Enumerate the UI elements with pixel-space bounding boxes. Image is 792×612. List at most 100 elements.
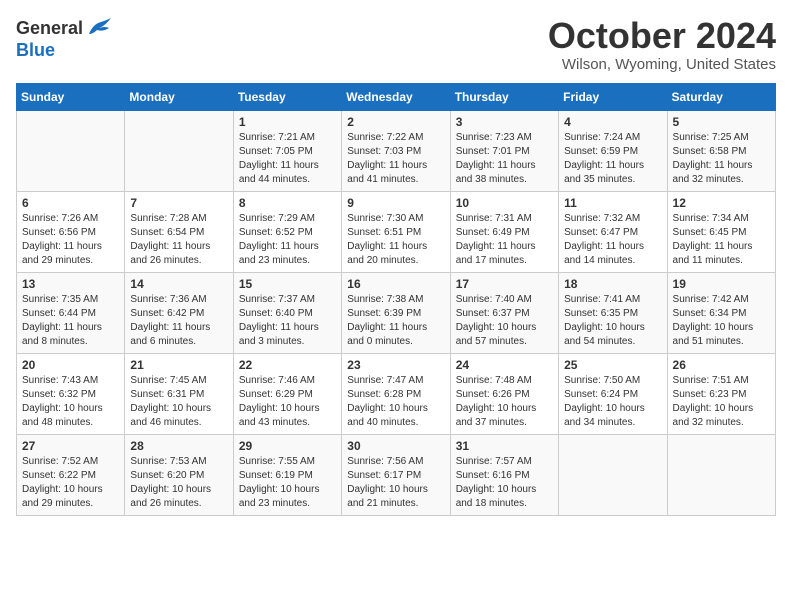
day-number: 6 <box>22 196 119 210</box>
day-info: Sunrise: 7:43 AM Sunset: 6:32 PM Dayligh… <box>22 374 119 430</box>
calendar-cell: 14 Sunrise: 7:36 AM Sunset: 6:42 PM Dayli… <box>125 272 233 353</box>
day-info: Sunrise: 7:42 AM Sunset: 6:34 PM Dayligh… <box>673 293 770 349</box>
day-number: 21 <box>130 358 227 372</box>
day-info: Sunrise: 7:50 AM Sunset: 6:24 PM Dayligh… <box>564 374 661 430</box>
day-info: Sunrise: 7:45 AM Sunset: 6:31 PM Dayligh… <box>130 374 227 430</box>
day-number: 4 <box>564 115 661 129</box>
day-number: 3 <box>456 115 553 129</box>
day-info: Sunrise: 7:46 AM Sunset: 6:29 PM Dayligh… <box>239 374 336 430</box>
location-text: Wilson, Wyoming, United States <box>548 56 776 73</box>
calendar-cell <box>559 434 667 515</box>
day-info: Sunrise: 7:48 AM Sunset: 6:26 PM Dayligh… <box>456 374 553 430</box>
day-number: 16 <box>347 277 444 291</box>
day-number: 27 <box>22 439 119 453</box>
day-number: 8 <box>239 196 336 210</box>
day-number: 28 <box>130 439 227 453</box>
day-info: Sunrise: 7:57 AM Sunset: 6:16 PM Dayligh… <box>456 455 553 511</box>
day-number: 29 <box>239 439 336 453</box>
day-info: Sunrise: 7:22 AM Sunset: 7:03 PM Dayligh… <box>347 131 444 187</box>
calendar-cell: 19 Sunrise: 7:42 AM Sunset: 6:34 PM Dayli… <box>667 272 775 353</box>
day-number: 22 <box>239 358 336 372</box>
day-info: Sunrise: 7:37 AM Sunset: 6:40 PM Dayligh… <box>239 293 336 349</box>
day-number: 11 <box>564 196 661 210</box>
logo: General Blue <box>16 16 113 61</box>
calendar-cell: 6 Sunrise: 7:26 AM Sunset: 6:56 PM Daylig… <box>17 191 125 272</box>
calendar-cell: 16 Sunrise: 7:38 AM Sunset: 6:39 PM Dayli… <box>342 272 450 353</box>
day-number: 19 <box>673 277 770 291</box>
calendar-cell: 8 Sunrise: 7:29 AM Sunset: 6:52 PM Daylig… <box>233 191 341 272</box>
calendar-cell: 25 Sunrise: 7:50 AM Sunset: 6:24 PM Dayli… <box>559 353 667 434</box>
calendar-week-row: 20 Sunrise: 7:43 AM Sunset: 6:32 PM Dayli… <box>17 353 776 434</box>
day-info: Sunrise: 7:25 AM Sunset: 6:58 PM Dayligh… <box>673 131 770 187</box>
day-info: Sunrise: 7:56 AM Sunset: 6:17 PM Dayligh… <box>347 455 444 511</box>
day-number: 17 <box>456 277 553 291</box>
day-number: 30 <box>347 439 444 453</box>
day-number: 15 <box>239 277 336 291</box>
day-info: Sunrise: 7:26 AM Sunset: 6:56 PM Dayligh… <box>22 212 119 268</box>
day-number: 18 <box>564 277 661 291</box>
day-info: Sunrise: 7:52 AM Sunset: 6:22 PM Dayligh… <box>22 455 119 511</box>
day-number: 7 <box>130 196 227 210</box>
calendar-week-row: 6 Sunrise: 7:26 AM Sunset: 6:56 PM Daylig… <box>17 191 776 272</box>
day-number: 14 <box>130 277 227 291</box>
day-info: Sunrise: 7:29 AM Sunset: 6:52 PM Dayligh… <box>239 212 336 268</box>
day-number: 10 <box>456 196 553 210</box>
day-info: Sunrise: 7:35 AM Sunset: 6:44 PM Dayligh… <box>22 293 119 349</box>
title-section: October 2024 Wilson, Wyoming, United Sta… <box>548 16 776 73</box>
calendar-cell <box>667 434 775 515</box>
logo-bird-icon <box>85 16 113 40</box>
day-number: 31 <box>456 439 553 453</box>
day-info: Sunrise: 7:30 AM Sunset: 6:51 PM Dayligh… <box>347 212 444 268</box>
day-info: Sunrise: 7:36 AM Sunset: 6:42 PM Dayligh… <box>130 293 227 349</box>
calendar-cell: 4Sunrise: 7:24 AM Sunset: 6:59 PM Daylig… <box>559 110 667 191</box>
day-number: 1 <box>239 115 336 129</box>
weekday-header: Friday <box>559 83 667 110</box>
day-info: Sunrise: 7:47 AM Sunset: 6:28 PM Dayligh… <box>347 374 444 430</box>
calendar-cell: 1 Sunrise: 7:21 AM Sunset: 7:05 PM Daylig… <box>233 110 341 191</box>
day-number: 26 <box>673 358 770 372</box>
calendar-week-row: 1 Sunrise: 7:21 AM Sunset: 7:05 PM Daylig… <box>17 110 776 191</box>
calendar-cell: 13 Sunrise: 7:35 AM Sunset: 6:44 PM Dayli… <box>17 272 125 353</box>
calendar-week-row: 27 Sunrise: 7:52 AM Sunset: 6:22 PM Dayli… <box>17 434 776 515</box>
calendar-cell: 9 Sunrise: 7:30 AM Sunset: 6:51 PM Daylig… <box>342 191 450 272</box>
day-info: Sunrise: 7:32 AM Sunset: 6:47 PM Dayligh… <box>564 212 661 268</box>
day-number: 2 <box>347 115 444 129</box>
day-number: 24 <box>456 358 553 372</box>
calendar-cell: 29 Sunrise: 7:55 AM Sunset: 6:19 PM Dayli… <box>233 434 341 515</box>
weekday-header: Monday <box>125 83 233 110</box>
day-number: 13 <box>22 277 119 291</box>
month-title: October 2024 <box>548 16 776 56</box>
calendar-header-row: SundayMondayTuesdayWednesdayThursdayFrid… <box>17 83 776 110</box>
day-number: 9 <box>347 196 444 210</box>
calendar-cell: 12 Sunrise: 7:34 AM Sunset: 6:45 PM Dayli… <box>667 191 775 272</box>
calendar-cell: 22 Sunrise: 7:46 AM Sunset: 6:29 PM Dayli… <box>233 353 341 434</box>
day-info: Sunrise: 7:31 AM Sunset: 6:49 PM Dayligh… <box>456 212 553 268</box>
day-number: 5 <box>673 115 770 129</box>
day-info: Sunrise: 7:51 AM Sunset: 6:23 PM Dayligh… <box>673 374 770 430</box>
calendar-table: SundayMondayTuesdayWednesdayThursdayFrid… <box>16 83 776 516</box>
day-info: Sunrise: 7:34 AM Sunset: 6:45 PM Dayligh… <box>673 212 770 268</box>
calendar-cell <box>125 110 233 191</box>
weekday-header: Tuesday <box>233 83 341 110</box>
page-header: General Blue October 2024 Wilson, Wyomin… <box>16 16 776 73</box>
day-number: 25 <box>564 358 661 372</box>
calendar-cell: 7 Sunrise: 7:28 AM Sunset: 6:54 PM Daylig… <box>125 191 233 272</box>
day-info: Sunrise: 7:41 AM Sunset: 6:35 PM Dayligh… <box>564 293 661 349</box>
calendar-week-row: 13 Sunrise: 7:35 AM Sunset: 6:44 PM Dayli… <box>17 272 776 353</box>
day-info: Sunrise: 7:21 AM Sunset: 7:05 PM Dayligh… <box>239 131 336 187</box>
logo-blue-text: Blue <box>16 40 55 61</box>
day-info: Sunrise: 7:38 AM Sunset: 6:39 PM Dayligh… <box>347 293 444 349</box>
calendar-cell: 23Sunrise: 7:47 AM Sunset: 6:28 PM Dayli… <box>342 353 450 434</box>
day-info: Sunrise: 7:40 AM Sunset: 6:37 PM Dayligh… <box>456 293 553 349</box>
day-number: 20 <box>22 358 119 372</box>
day-number: 12 <box>673 196 770 210</box>
calendar-cell: 30 Sunrise: 7:56 AM Sunset: 6:17 PM Dayli… <box>342 434 450 515</box>
calendar-cell: 31 Sunrise: 7:57 AM Sunset: 6:16 PM Dayli… <box>450 434 558 515</box>
day-info: Sunrise: 7:28 AM Sunset: 6:54 PM Dayligh… <box>130 212 227 268</box>
calendar-cell: 11 Sunrise: 7:32 AM Sunset: 6:47 PM Dayli… <box>559 191 667 272</box>
calendar-cell: 18 Sunrise: 7:41 AM Sunset: 6:35 PM Dayli… <box>559 272 667 353</box>
calendar-cell: 26 Sunrise: 7:51 AM Sunset: 6:23 PM Dayli… <box>667 353 775 434</box>
day-info: Sunrise: 7:55 AM Sunset: 6:19 PM Dayligh… <box>239 455 336 511</box>
calendar-cell: 17 Sunrise: 7:40 AM Sunset: 6:37 PM Dayli… <box>450 272 558 353</box>
calendar-cell: 20 Sunrise: 7:43 AM Sunset: 6:32 PM Dayli… <box>17 353 125 434</box>
